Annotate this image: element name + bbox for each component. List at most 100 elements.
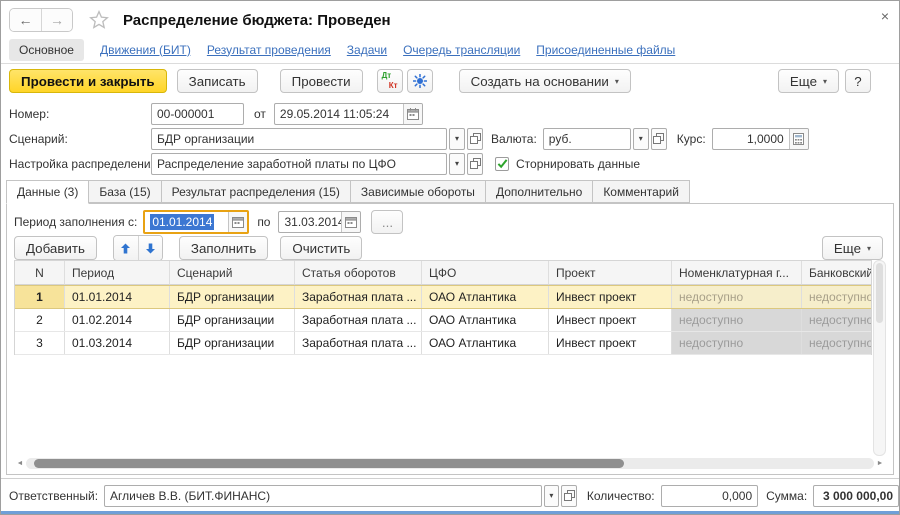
lamp-icon[interactable] — [407, 69, 433, 93]
tab-additional[interactable]: Дополнительно — [486, 180, 593, 203]
period-to-label: по — [257, 215, 270, 229]
rate-label: Курс: — [677, 132, 706, 146]
tab-comment[interactable]: Комментарий — [593, 180, 690, 203]
document-date-field[interactable]: 29.05.2014 11:05:24 — [274, 103, 423, 125]
nav-links-row: Основное Движения (БИТ) Результат провед… — [1, 37, 899, 62]
tab-dependent-turnovers[interactable]: Зависимые обороты — [351, 180, 486, 203]
col-header-item[interactable]: Статья оборотов — [295, 261, 422, 285]
cell-item[interactable]: Заработная плата ... — [295, 286, 422, 308]
check-icon — [497, 158, 508, 169]
fill-button[interactable]: Заполнить — [179, 236, 268, 260]
horizontal-scrollbar[interactable]: ◄ ► — [14, 457, 886, 470]
tab-base[interactable]: База (15) — [89, 180, 161, 203]
chevron-down-icon: ▾ — [823, 77, 827, 86]
cell-project[interactable]: Инвест проект — [549, 309, 672, 331]
cell-n[interactable]: 3 — [15, 332, 65, 354]
tab-main[interactable]: Основное — [9, 39, 84, 61]
reverse-data-checkbox[interactable] — [495, 157, 509, 171]
table-more-button[interactable]: Еще▾ — [822, 236, 883, 260]
cell-n[interactable]: 1 — [15, 286, 65, 308]
cell-cfo[interactable]: ОАО Атлантика — [422, 286, 549, 308]
scenario-open-icon[interactable] — [467, 128, 483, 150]
table-row[interactable]: 2 01.02.2014 БДР организации Заработная … — [15, 309, 871, 332]
cell-cfo[interactable]: ОАО Атлантика — [422, 309, 549, 331]
nav-link-translation-queue[interactable]: Очередь трансляции — [403, 43, 520, 57]
vertical-scrollbar[interactable] — [873, 260, 886, 456]
col-header-bank[interactable]: Банковский сч — [802, 261, 871, 285]
move-down-button[interactable] — [138, 236, 162, 260]
nav-link-posting-result[interactable]: Результат проведения — [207, 43, 331, 57]
cell-period[interactable]: 01.03.2014 — [65, 332, 170, 354]
nav-link-tasks[interactable]: Задачи — [347, 43, 387, 57]
cell-period[interactable]: 01.02.2014 — [65, 309, 170, 331]
vertical-scrollbar-thumb[interactable] — [876, 263, 883, 323]
cell-scenario[interactable]: БДР организации — [170, 309, 295, 331]
responsible-field[interactable]: Агличев В.В. (БИТ.ФИНАНС) — [104, 485, 542, 507]
nav-link-attached-files[interactable]: Присоединенные файлы — [536, 43, 675, 57]
currency-field[interactable]: руб. — [543, 128, 631, 150]
distribution-setting-field[interactable]: Распределение заработной платы по ЦФО — [151, 153, 447, 175]
forward-button[interactable]: → — [41, 9, 72, 31]
sum-field[interactable]: 3 000 000,00 — [813, 485, 899, 507]
col-header-scenario[interactable]: Сценарий — [170, 261, 295, 285]
horizontal-scrollbar-thumb[interactable] — [34, 459, 624, 468]
favorite-star-icon[interactable] — [89, 10, 109, 30]
currency-dropdown-icon[interactable]: ▾ — [633, 128, 649, 150]
write-button[interactable]: Записать — [177, 69, 258, 93]
period-to-field[interactable]: 31.03.2014 — [278, 211, 361, 233]
period-more-button[interactable]: ... — [371, 210, 403, 234]
title-bar: ← → Распределение бюджета: Проведен — [1, 5, 899, 35]
col-header-period[interactable]: Период — [65, 261, 170, 285]
scroll-right-icon[interactable]: ► — [874, 460, 886, 467]
rate-field[interactable]: 1,0000 — [712, 128, 809, 150]
nav-link-movements[interactable]: Движения (БИТ) — [100, 43, 191, 57]
cell-scenario[interactable]: БДР организации — [170, 332, 295, 354]
cell-cfo[interactable]: ОАО Атлантика — [422, 332, 549, 354]
table-header-row: N Период Сценарий Статья оборотов ЦФО Пр… — [15, 261, 871, 285]
period-from-field[interactable]: 01.01.2014 — [143, 210, 249, 234]
create-based-on-button[interactable]: Создать на основании▾ — [459, 69, 631, 93]
quantity-field[interactable]: 0,000 — [661, 485, 759, 507]
back-arrow-icon: ← — [19, 12, 33, 28]
table-row-selected[interactable]: 1 01.01.2014 БДР организации Заработная … — [15, 285, 871, 309]
cell-period[interactable]: 01.01.2014 — [65, 286, 170, 308]
setting-dropdown-icon[interactable]: ▾ — [449, 153, 465, 175]
tab-distribution-result[interactable]: Результат распределения (15) — [162, 180, 351, 203]
post-button[interactable]: Провести — [280, 69, 363, 93]
cell-n[interactable]: 2 — [15, 309, 65, 331]
setting-open-icon[interactable] — [467, 153, 483, 175]
horizontal-scrollbar-track[interactable] — [26, 458, 874, 469]
post-and-close-button[interactable]: Провести и закрыть — [9, 69, 167, 93]
tab-data[interactable]: Данные (3) — [6, 180, 89, 204]
currency-open-icon[interactable] — [651, 128, 667, 150]
scenario-field[interactable]: БДР организации — [151, 128, 447, 150]
calendar-icon[interactable] — [403, 104, 422, 124]
col-header-cfo[interactable]: ЦФО — [422, 261, 549, 285]
back-button[interactable]: ← — [10, 9, 41, 31]
cell-item[interactable]: Заработная плата ... — [295, 309, 422, 331]
scroll-left-icon[interactable]: ◄ — [14, 460, 26, 467]
add-row-button[interactable]: Добавить — [14, 236, 97, 260]
responsible-dropdown-icon[interactable]: ▾ — [544, 485, 560, 507]
cell-scenario[interactable]: БДР организации — [170, 286, 295, 308]
calendar-icon[interactable] — [228, 212, 247, 232]
col-header-n[interactable]: N — [15, 261, 65, 285]
calendar-icon[interactable] — [341, 212, 360, 232]
table-row[interactable]: 3 01.03.2014 БДР организации Заработная … — [15, 332, 871, 355]
dt-kt-entries-icon[interactable]: Дт Кт — [377, 69, 403, 93]
help-button[interactable]: ? — [845, 69, 871, 93]
scenario-dropdown-icon[interactable]: ▾ — [449, 128, 465, 150]
more-button[interactable]: Еще▾ — [778, 69, 839, 93]
cell-item[interactable]: Заработная плата ... — [295, 332, 422, 354]
cell-project[interactable]: Инвест проект — [549, 286, 672, 308]
col-header-project[interactable]: Проект — [549, 261, 672, 285]
close-icon[interactable]: × — [881, 9, 889, 23]
calculator-icon[interactable] — [789, 129, 808, 149]
cell-project[interactable]: Инвест проект — [549, 332, 672, 354]
col-header-nomgroup[interactable]: Номенклатурная г... — [672, 261, 802, 285]
number-field[interactable]: 00-000001 — [151, 103, 244, 125]
move-up-button[interactable] — [114, 236, 138, 260]
date-from-label: от — [254, 107, 266, 121]
responsible-open-icon[interactable] — [561, 485, 577, 507]
clear-button[interactable]: Очистить — [280, 236, 362, 260]
